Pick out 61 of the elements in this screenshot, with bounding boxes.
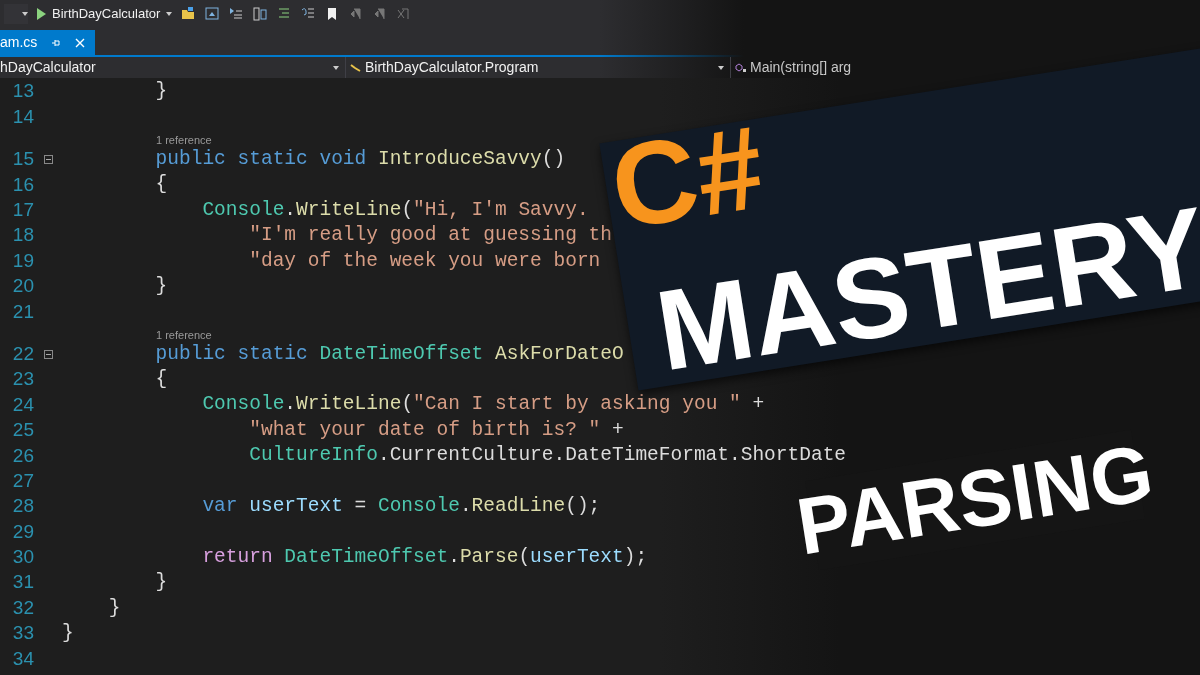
line-number: 17 <box>11 198 34 222</box>
line-number: 27 <box>11 468 34 493</box>
code-text: } <box>154 273 168 299</box>
tab-label: am.cs <box>0 33 38 52</box>
line-number: 30 <box>11 545 34 570</box>
folder-icon[interactable] <box>180 6 197 22</box>
code-text: { <box>154 172 168 198</box>
play-icon <box>36 8 46 20</box>
file-tab[interactable]: am.cs <box>0 30 96 55</box>
code-text: "I'm really good at guessing th <box>248 223 612 249</box>
line-number: 29 <box>11 519 34 544</box>
code-text: } <box>154 570 168 596</box>
line-number: 24 <box>11 392 34 417</box>
code-text: public static void IntroduceSavvy() <box>154 146 566 172</box>
line-number: 15 <box>11 147 34 172</box>
code-text: Console.WriteLine("Hi, I'm Savvy. <box>201 197 589 223</box>
toolbar-dropdown[interactable] <box>4 4 28 24</box>
line-number: 26 <box>11 443 34 468</box>
indent-icon[interactable] <box>228 6 245 22</box>
start-button[interactable]: BirthDayCalculator <box>36 4 173 24</box>
code-text: var userText = Console.ReadLine(); <box>201 494 601 520</box>
caret-icon <box>166 12 173 16</box>
class-dropdown[interactable]: BirthDayCalculator.Program <box>345 57 730 78</box>
close-icon[interactable] <box>75 37 86 48</box>
caret-icon <box>333 65 339 70</box>
code-lens[interactable]: 1 reference <box>156 328 212 342</box>
code-text: } <box>154 79 168 105</box>
line-number: 28 <box>11 494 34 519</box>
line-number: 31 <box>11 570 34 595</box>
code-text: { <box>154 367 168 393</box>
project-dropdown[interactable]: hDayCalculator <box>0 57 345 78</box>
method-icon <box>735 62 747 73</box>
code-text: Console.WriteLine("Can I start by asking you " + <box>201 392 765 418</box>
line-number: 14 <box>11 104 34 129</box>
member-dropdown[interactable]: Main(string[] arg <box>730 57 852 78</box>
line-number: 32 <box>11 595 34 620</box>
code-text: } <box>107 595 121 621</box>
line-number: 25 <box>11 418 34 443</box>
code-text: "day of the week you were born <box>248 248 601 274</box>
code-text: "what your date of birth is? " + <box>248 417 624 443</box>
line-number: 19 <box>11 248 34 273</box>
columns-icon[interactable] <box>252 6 269 22</box>
pin-icon[interactable] <box>51 37 62 48</box>
line-number: 13 <box>11 79 34 104</box>
caret-icon <box>22 12 28 16</box>
line-number: 34 <box>11 646 34 671</box>
line-number: 18 <box>11 223 34 248</box>
code-lens[interactable]: 1 reference <box>156 133 212 147</box>
caret-icon <box>718 65 724 70</box>
line-number: 22 <box>11 341 34 366</box>
line-number: 33 <box>11 621 34 646</box>
collapse-icon[interactable] <box>43 349 53 359</box>
code-text: return DateTimeOffset.Parse(userText); <box>201 544 648 570</box>
line-number: 16 <box>11 172 34 197</box>
line-number: 21 <box>11 299 34 324</box>
collapse-icon[interactable] <box>43 154 53 164</box>
line-number: 23 <box>11 367 34 392</box>
window-icon[interactable] <box>204 6 221 22</box>
line-number: 20 <box>11 274 34 299</box>
code-text: } <box>62 621 74 646</box>
code-text: public static DateTimeOffset AskForDateO <box>154 341 624 367</box>
